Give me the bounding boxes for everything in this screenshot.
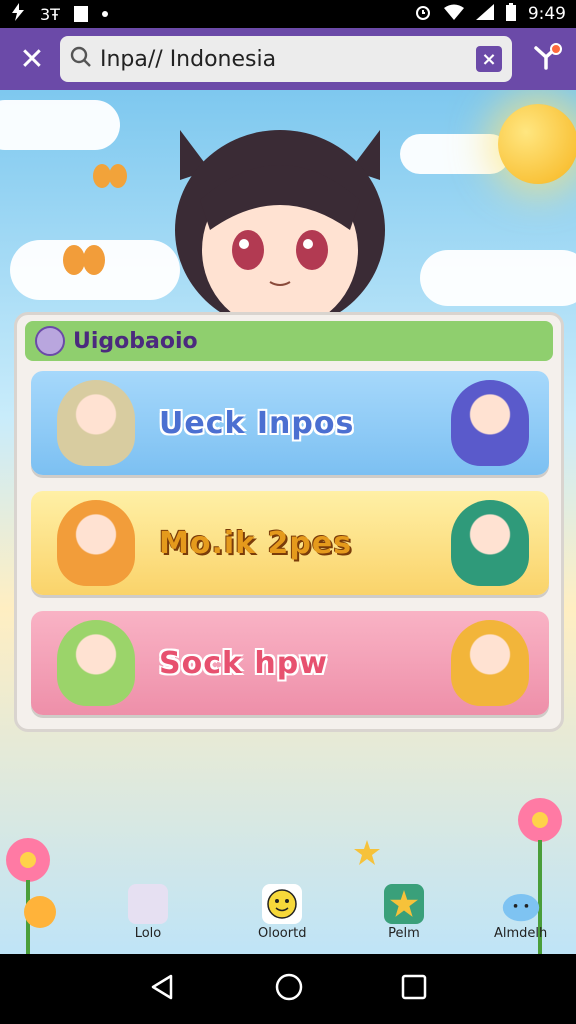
sun-image bbox=[498, 104, 576, 184]
cloud-image bbox=[420, 250, 576, 306]
option-label: Sock hpw bbox=[159, 645, 328, 681]
home-icon[interactable] bbox=[274, 972, 304, 1006]
close-icon: ✕ bbox=[19, 41, 45, 77]
nav-label: Almdelh bbox=[494, 926, 548, 941]
character-image bbox=[57, 620, 135, 706]
card-header: Uigobaoio bbox=[25, 321, 553, 361]
option-label: Mo.ik 2pes bbox=[159, 525, 353, 561]
option-label: Ueck Inpos bbox=[159, 405, 355, 441]
nav-item-pelm[interactable]: Pelm bbox=[384, 884, 424, 941]
option-2-button[interactable]: Mo.ik 2pes bbox=[31, 491, 549, 595]
search-toolbar: ✕ × bbox=[0, 28, 576, 90]
bolt-icon bbox=[10, 3, 26, 25]
notification-dot bbox=[550, 43, 562, 55]
search-icon bbox=[70, 46, 92, 72]
search-box[interactable]: × bbox=[60, 36, 512, 82]
nav-label: Lolo bbox=[134, 926, 162, 941]
character-image bbox=[57, 500, 135, 586]
back-icon[interactable] bbox=[149, 973, 177, 1005]
nav-label: Oloortd bbox=[258, 926, 307, 941]
status-bar: 3Ŧ 9:49 bbox=[0, 0, 576, 28]
butterfly-image bbox=[93, 164, 127, 188]
nav-item-oloortd[interactable]: Oloortd bbox=[258, 884, 306, 941]
menu-button[interactable] bbox=[526, 39, 566, 79]
status-time: 9:49 bbox=[527, 4, 566, 24]
card-title: Uigobaoio bbox=[73, 328, 198, 354]
dot-icon bbox=[101, 11, 108, 17]
option-3-button[interactable]: Sock hpw bbox=[31, 611, 549, 715]
character-image bbox=[57, 380, 135, 466]
clear-button[interactable]: × bbox=[476, 46, 502, 72]
signal-icon bbox=[475, 4, 494, 24]
avatar bbox=[128, 884, 168, 924]
nav-item-lolo[interactable]: Lolo bbox=[128, 884, 168, 941]
recents-icon[interactable] bbox=[401, 974, 427, 1004]
search-input[interactable] bbox=[100, 46, 476, 72]
alarm-icon bbox=[414, 3, 432, 25]
wifi-icon bbox=[443, 4, 464, 24]
character-image bbox=[451, 380, 529, 466]
system-nav-bar bbox=[0, 954, 576, 1024]
square-icon bbox=[73, 6, 88, 22]
sim-icon: 3Ŧ bbox=[40, 4, 60, 24]
star-icon bbox=[384, 884, 424, 924]
cloud-image bbox=[0, 100, 120, 150]
bottom-nav: Lolo Oloortd Pelm Almdelh bbox=[0, 880, 576, 954]
butterfly-image bbox=[63, 245, 105, 275]
close-button[interactable]: ✕ bbox=[10, 37, 54, 81]
star-decoration-image bbox=[354, 840, 380, 865]
character-image bbox=[451, 500, 529, 586]
nav-label: Pelm bbox=[388, 926, 420, 941]
character-image bbox=[451, 620, 529, 706]
avatar bbox=[35, 326, 65, 356]
smile-icon bbox=[262, 884, 303, 924]
option-1-button[interactable]: Ueck Inpos bbox=[31, 371, 549, 475]
battery-icon bbox=[505, 3, 516, 25]
slime-icon bbox=[501, 884, 541, 924]
nav-item-almdelh[interactable]: Almdelh bbox=[494, 884, 547, 941]
clear-icon: × bbox=[481, 48, 497, 70]
menu-card: Uigobaoio Ueck Inpos Mo.ik 2pes Sock hpw bbox=[14, 312, 564, 732]
